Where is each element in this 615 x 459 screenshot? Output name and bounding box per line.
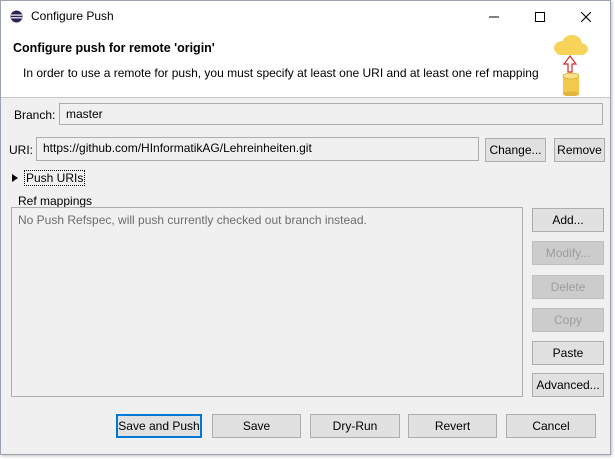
push-uris-expander[interactable]: Push URIs — [10, 170, 86, 186]
maximize-icon — [535, 11, 545, 22]
remove-uri-button[interactable]: Remove — [554, 138, 605, 162]
configure-push-dialog: Configure Push Configure push for remote… — [0, 0, 611, 455]
paste-ref-button[interactable]: Paste — [532, 341, 604, 365]
expand-arrow-icon — [12, 174, 18, 182]
ref-mappings-list[interactable]: No Push Refspec, will push currently che… — [11, 207, 523, 397]
header-title: Configure push for remote 'origin' — [13, 41, 215, 55]
save-and-push-button[interactable]: Save and Push — [116, 414, 202, 438]
push-uris-label: Push URIs — [24, 170, 86, 186]
delete-ref-button[interactable]: Delete — [532, 275, 604, 299]
window-title: Configure Push — [31, 9, 114, 23]
eclipse-icon — [10, 10, 23, 23]
maximize-button[interactable] — [517, 1, 563, 32]
minimize-icon — [489, 16, 499, 17]
change-uri-button[interactable]: Change... — [485, 138, 546, 162]
cancel-button[interactable]: Cancel — [506, 414, 596, 438]
revert-button[interactable]: Revert — [408, 414, 497, 438]
close-button[interactable] — [563, 1, 609, 32]
dry-run-button[interactable]: Dry-Run — [310, 414, 400, 438]
save-button[interactable]: Save — [212, 414, 301, 438]
header-description: In order to use a remote for push, you m… — [23, 66, 539, 80]
branch-field: master — [59, 103, 603, 125]
title-bar[interactable]: Configure Push — [1, 1, 610, 32]
uri-field: https://github.com/HInformatikAG/Lehrein… — [36, 137, 479, 161]
push-to-cloud-icon — [554, 35, 588, 96]
advanced-button[interactable]: Advanced... — [532, 373, 604, 397]
uri-label: URI: — [9, 143, 33, 157]
add-ref-button[interactable]: Add... — [532, 208, 604, 232]
modify-ref-button[interactable]: Modify... — [532, 241, 604, 265]
ref-mappings-label: Ref mappings — [18, 194, 93, 208]
dialog-header: Configure push for remote 'origin' In or… — [1, 32, 610, 98]
close-icon — [581, 11, 591, 22]
branch-label: Branch: — [14, 108, 56, 122]
copy-ref-button[interactable]: Copy — [532, 308, 604, 332]
minimize-button[interactable] — [471, 1, 517, 32]
ref-mappings-empty-text: No Push Refspec, will push currently che… — [18, 213, 367, 227]
